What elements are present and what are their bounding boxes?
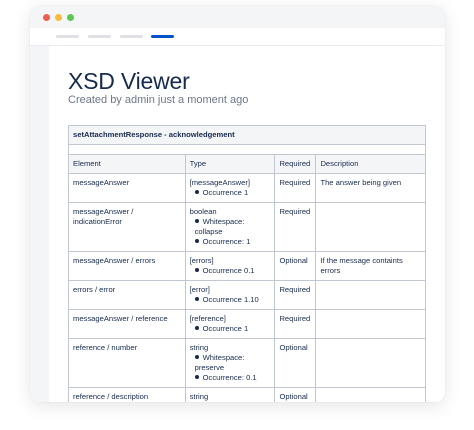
cell-required: Optional (274, 387, 317, 402)
table-row: messageAnswer / indicationError boolean Wh… (68, 202, 426, 252)
type-name: string (189, 343, 209, 352)
type-detail: Whitespace: preserve (190, 353, 271, 373)
cell-required: Required (274, 280, 317, 310)
cell-element: messageAnswer / errors (68, 251, 186, 281)
type-detail: Occurrence 0.1 (190, 266, 271, 276)
cell-required: Optional (274, 251, 317, 281)
left-sidebar-rail (30, 46, 49, 402)
cell-element: reference / number (68, 338, 186, 388)
page-content: XSD Viewer Created by admin just a momen… (30, 46, 445, 402)
bullet-icon (194, 326, 199, 330)
cell-element: errors / error (68, 280, 186, 310)
type-name: string (189, 392, 209, 401)
cell-required: Required (274, 309, 317, 339)
table-row: messageAnswer [messageAnswer] Occurrence 1… (68, 173, 426, 203)
type-detail-text: Occurrence 1 (202, 188, 249, 197)
type-detail: Whitespace: collapse (190, 217, 271, 237)
cell-type: boolean Whitespace: collapse Occurrence: 1 (184, 202, 276, 252)
type-name: [reference] (189, 314, 226, 323)
type-detail-text: Occurrence: 1 (202, 237, 251, 246)
type-detail: Occurrence: 0.1 (190, 373, 271, 383)
table-row: reference / descriptionstringWhitespace:… (68, 387, 426, 402)
table-row: errors / error [error] Occurrence 1.10 Requ… (68, 280, 426, 310)
type-name: [error] (189, 285, 210, 294)
type-name: [errors] (189, 256, 214, 265)
type-detail: Occurrence 1 (190, 324, 271, 334)
caption-spacer (68, 144, 426, 155)
type-detail-text: Occurrence 0.1 (202, 266, 255, 275)
cell-type: [error] Occurrence 1.10 (184, 280, 276, 310)
table-row: messageAnswer / errors [errors] Occurrence… (68, 251, 426, 281)
cell-description: If the message containts errors (315, 251, 426, 281)
type-name: boolean (189, 207, 217, 216)
bullet-icon (194, 297, 199, 301)
nav-item-1[interactable] (56, 35, 79, 38)
nav-item-3[interactable] (120, 35, 143, 38)
type-detail-text: Occurrence: 0.1 (202, 373, 257, 382)
nav-item-2[interactable] (88, 35, 111, 38)
page-byline: Created by admin just a moment ago (68, 94, 249, 106)
header-description: Description (315, 154, 426, 174)
bullet-icon (194, 219, 199, 223)
nav-item-active[interactable] (151, 35, 174, 38)
type-detail-text: Whitespace: preserve (194, 353, 245, 372)
cell-description (315, 280, 426, 310)
type-detail: Occurrence 1.10 (190, 295, 271, 305)
cell-description: The answer being given (315, 173, 426, 203)
type-detail: Occurrence 1 (190, 188, 271, 198)
type-detail-text: Occurrence 1.10 (202, 295, 259, 304)
bullet-icon (194, 190, 199, 194)
header-type: Type (184, 154, 276, 174)
app-window: XSD Viewer Created by admin just a momen… (30, 6, 445, 402)
cell-element: reference / description (68, 387, 186, 402)
cell-required: Required (274, 202, 317, 252)
cell-required: Optional (274, 338, 317, 388)
bullet-icon (194, 375, 199, 379)
type-name: [messageAnswer] (189, 178, 250, 187)
cell-element: messageAnswer / indicationError (68, 202, 186, 252)
cell-required: Required (274, 173, 317, 203)
header-required: Required (274, 154, 317, 174)
cell-description (315, 202, 426, 252)
cell-type: stringWhitespace: preserveOccurrence: 0.… (184, 387, 276, 402)
type-detail-text: Occurrence 1 (202, 324, 249, 333)
xsd-table: setAttachmentResponse - acknowledgement … (68, 125, 426, 402)
bullet-icon (194, 239, 199, 243)
table-row: reference / number string Whitespace: pres… (68, 338, 426, 388)
bullet-icon (194, 355, 199, 359)
top-navigation (30, 28, 445, 46)
maximize-window-button[interactable] (67, 14, 74, 21)
table-caption: setAttachmentResponse - acknowledgement (68, 125, 426, 145)
title-bar (30, 6, 445, 28)
type-detail-text: Whitespace: collapse (194, 217, 245, 236)
table-row: messageAnswer / reference [reference] Occu… (68, 309, 426, 339)
bullet-icon (194, 268, 199, 272)
cell-type: [errors] Occurrence 0.1 (184, 251, 276, 281)
cell-type: [messageAnswer] Occurrence 1 (184, 173, 276, 203)
table-header-row: Element Type Required Description (68, 154, 426, 174)
minimize-window-button[interactable] (55, 14, 62, 21)
cell-description (315, 387, 426, 402)
cell-description (315, 338, 426, 388)
cell-type: stringWhitespace: preserveOccurrence: 0.… (184, 338, 276, 388)
header-element: Element (68, 154, 186, 174)
cell-element: messageAnswer (68, 173, 186, 203)
cell-description (315, 309, 426, 339)
page-title: XSD Viewer (68, 68, 190, 94)
cell-type: [reference] Occurrence 1 (184, 309, 276, 339)
type-detail: Occurrence: 1 (190, 237, 271, 247)
cell-element: messageAnswer / reference (68, 309, 186, 339)
close-window-button[interactable] (43, 14, 50, 21)
